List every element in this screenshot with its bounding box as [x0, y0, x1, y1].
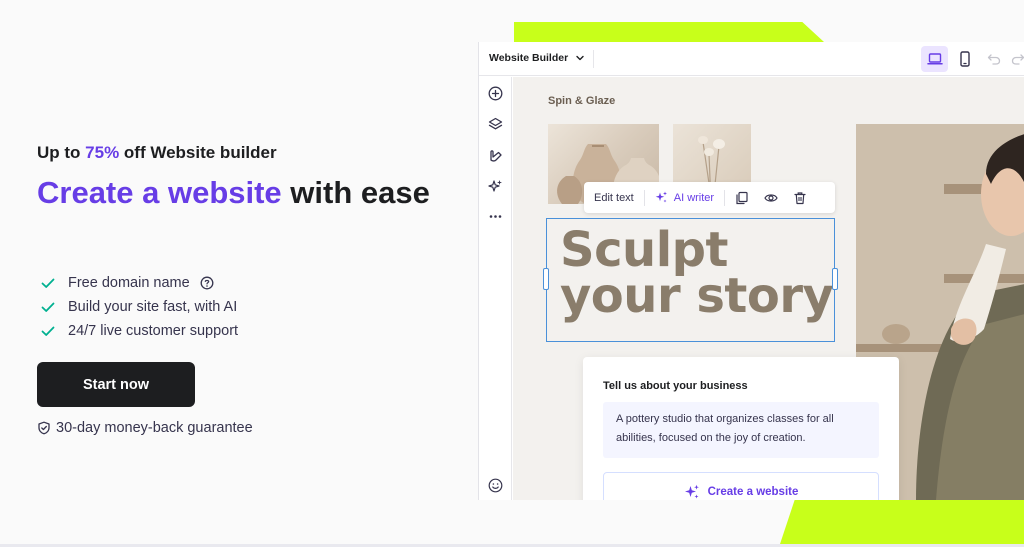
heading-line-2: your story: [560, 268, 834, 324]
check-icon: [41, 278, 55, 288]
more-horizontal-icon: [489, 214, 501, 218]
builder-mockup: Website Builder Spin & Glaze Sculpt your…: [478, 42, 1024, 500]
layers-icon: [488, 117, 502, 129]
eye-icon[interactable]: [764, 191, 778, 205]
feature-label: Free domain name: [68, 275, 190, 291]
smiley-icon: [488, 478, 502, 492]
builder-title: Website Builder: [489, 52, 569, 64]
text-edit-toolbar: Edit text AI writer: [584, 182, 835, 213]
feature-item: Free domain name: [40, 271, 238, 295]
mobile-view-button[interactable]: [953, 46, 977, 72]
start-now-button[interactable]: Start now: [37, 362, 195, 407]
feedback-button[interactable]: [487, 477, 503, 493]
builder-sidebar: [479, 77, 512, 500]
headline-rest: with ease: [281, 175, 430, 210]
resize-handle-left[interactable]: [543, 268, 549, 290]
feature-item: Build your site fast, with AI: [40, 295, 238, 319]
chevron-down-icon: [576, 55, 584, 61]
undo-button[interactable]: [985, 50, 1003, 68]
lime-accent-bottom: [780, 500, 1024, 544]
create-website-label: Create a website: [707, 485, 799, 498]
desktop-view-button[interactable]: [921, 46, 948, 72]
check-icon: [41, 326, 55, 336]
toolbar-divider: [724, 189, 726, 206]
shield-check-icon: [38, 421, 50, 435]
business-description-input[interactable]: A pottery studio that organizes classes …: [603, 402, 879, 458]
feature-item: 24/7 live customer support: [40, 319, 238, 343]
heading-line-1: Sculpt: [560, 222, 728, 278]
page: Up to 75% off Website builder Create a w…: [0, 0, 1024, 547]
redo-button[interactable]: [1011, 50, 1024, 68]
add-element-button[interactable]: [487, 85, 503, 101]
ai-tools-button[interactable]: [487, 178, 503, 194]
undo-icon: [987, 54, 1001, 65]
site-name[interactable]: Spin & Glaze: [548, 95, 615, 107]
builder-canvas: Spin & Glaze Sculpt your story Edit text…: [513, 77, 1024, 500]
hero-heading[interactable]: Sculpt your story: [560, 222, 834, 324]
ai-writer-label: AI writer: [673, 191, 715, 204]
guarantee-label: 30-day money-back guarantee: [56, 420, 253, 436]
promo-text: Up to 75% off Website builder: [37, 143, 277, 162]
ai-writer-button[interactable]: AI writer: [655, 191, 714, 204]
lime-accent-top: [514, 22, 824, 42]
sparkles-icon: [487, 179, 502, 192]
redo-icon: [1011, 54, 1024, 65]
laptop-icon: [926, 53, 943, 65]
styles-button[interactable]: [487, 147, 503, 163]
promo-percent: 75%: [85, 143, 120, 162]
trash-icon[interactable]: [793, 191, 807, 205]
feature-label: Build your site fast, with AI: [68, 299, 238, 315]
topbar-divider: [593, 50, 594, 68]
feature-label: 24/7 live customer support: [68, 323, 239, 339]
resize-handle-right[interactable]: [832, 268, 838, 290]
more-options-button[interactable]: [487, 208, 503, 224]
prompt-label: Tell us about your business: [603, 380, 748, 392]
heading-selection-box[interactable]: Sculpt your story: [543, 218, 838, 342]
builder-topbar: Website Builder: [479, 42, 1024, 76]
ai-prompt-card: Tell us about your business A pottery st…: [583, 357, 899, 500]
builder-title-dropdown[interactable]: Website Builder: [489, 52, 585, 64]
hero-headline: Create a website with ease: [37, 174, 437, 212]
toolbar-divider: [643, 189, 645, 206]
edit-text-button[interactable]: Edit text: [594, 192, 634, 204]
create-website-button[interactable]: Create a website: [603, 472, 879, 500]
duplicate-icon[interactable]: [735, 191, 749, 205]
feature-list: Free domain name Build your site fast, w…: [40, 271, 238, 343]
money-back-guarantee: 30-day money-back guarantee: [37, 420, 253, 436]
sparkles-icon: [655, 191, 667, 203]
paint-brush-icon: [489, 149, 502, 162]
help-icon[interactable]: [200, 276, 214, 290]
smartphone-icon: [960, 51, 970, 67]
plus-circle-icon: [488, 86, 502, 100]
layers-button[interactable]: [487, 116, 503, 132]
sparkles-icon: [684, 484, 699, 498]
check-icon: [41, 302, 55, 312]
headline-accent: Create a website: [37, 175, 282, 210]
